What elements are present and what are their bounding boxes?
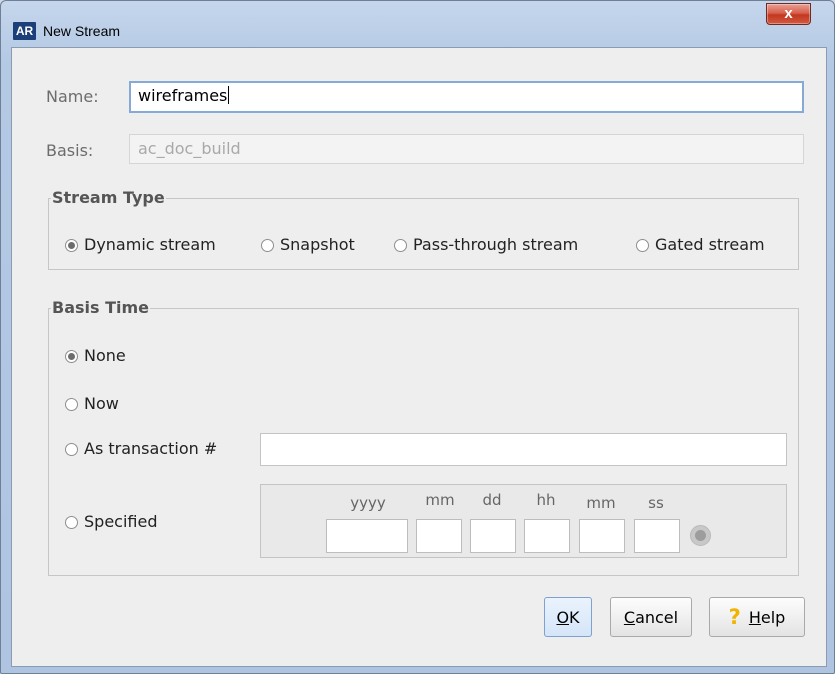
title-bar[interactable]: AR New Stream x: [1, 1, 834, 45]
month-input[interactable]: [416, 519, 462, 553]
second-input[interactable]: [634, 519, 680, 553]
name-label: Name:: [46, 87, 99, 106]
ok-button[interactable]: OK: [544, 597, 592, 637]
minute-label: mm: [586, 494, 616, 512]
radio-specified-label: Specified: [84, 512, 158, 531]
hour-label: hh: [536, 491, 556, 509]
year-label: yyyy: [350, 494, 386, 512]
radio-now-label: Now: [84, 394, 119, 413]
radio-as-transaction-label: As transaction #: [84, 439, 218, 458]
window-title: New Stream: [43, 23, 121, 39]
second-label: ss: [648, 494, 664, 512]
radio-snapshot[interactable]: Snapshot: [261, 235, 355, 255]
radio-unselected-icon: [65, 515, 78, 529]
radio-selected-icon: [65, 238, 78, 252]
radio-pass-through-label: Pass-through stream: [413, 235, 579, 254]
radio-pass-through-stream[interactable]: Pass-through stream: [394, 235, 578, 255]
radio-as-transaction[interactable]: As transaction #: [65, 439, 217, 459]
stream-type-group: Stream Type: [48, 188, 799, 270]
transaction-number-input[interactable]: [260, 433, 787, 466]
radio-unselected-icon: [261, 238, 274, 252]
help-button[interactable]: ? Help: [709, 597, 805, 637]
ok-mnemonic: O: [556, 607, 570, 627]
name-input[interactable]: wireframes: [129, 81, 804, 113]
radio-unselected-icon: [65, 442, 78, 456]
calendar-picker-icon[interactable]: [690, 525, 711, 546]
ok-label: K: [569, 607, 580, 627]
month-label: mm: [425, 491, 455, 509]
cancel-button[interactable]: Cancel: [610, 597, 692, 637]
radio-gated-stream[interactable]: Gated stream: [636, 235, 765, 255]
radio-gated-stream-label: Gated stream: [655, 235, 765, 254]
radio-snapshot-label: Snapshot: [280, 235, 355, 254]
radio-unselected-icon: [65, 397, 78, 411]
text-caret: [228, 86, 230, 104]
radio-none[interactable]: None: [65, 346, 126, 366]
help-mnemonic: H: [748, 607, 761, 627]
basis-time-legend: Basis Time: [52, 298, 150, 317]
cancel-mnemonic: C: [623, 607, 636, 627]
year-input[interactable]: [326, 519, 408, 553]
app-logo-icon: AR: [13, 22, 36, 40]
hour-input[interactable]: [524, 519, 570, 553]
close-button[interactable]: x: [766, 3, 811, 25]
minute-input[interactable]: [579, 519, 625, 553]
radio-dynamic-stream-label: Dynamic stream: [84, 235, 216, 254]
help-question-icon: ?: [728, 605, 741, 629]
name-input-value: wireframes: [138, 86, 228, 105]
radio-specified[interactable]: Specified: [65, 512, 157, 532]
radio-selected-icon: [65, 349, 78, 363]
stream-type-legend: Stream Type: [52, 188, 165, 207]
radio-none-label: None: [84, 346, 126, 365]
help-label: elp: [760, 607, 786, 627]
basis-input: ac_doc_build: [129, 134, 804, 164]
radio-unselected-icon: [394, 238, 407, 252]
day-label: dd: [482, 491, 502, 509]
radio-dynamic-stream[interactable]: Dynamic stream: [65, 235, 216, 255]
radio-now[interactable]: Now: [65, 394, 119, 414]
radio-unselected-icon: [636, 238, 649, 252]
cancel-label: ancel: [635, 607, 679, 627]
basis-label: Basis:: [46, 141, 94, 160]
day-input[interactable]: [470, 519, 516, 553]
